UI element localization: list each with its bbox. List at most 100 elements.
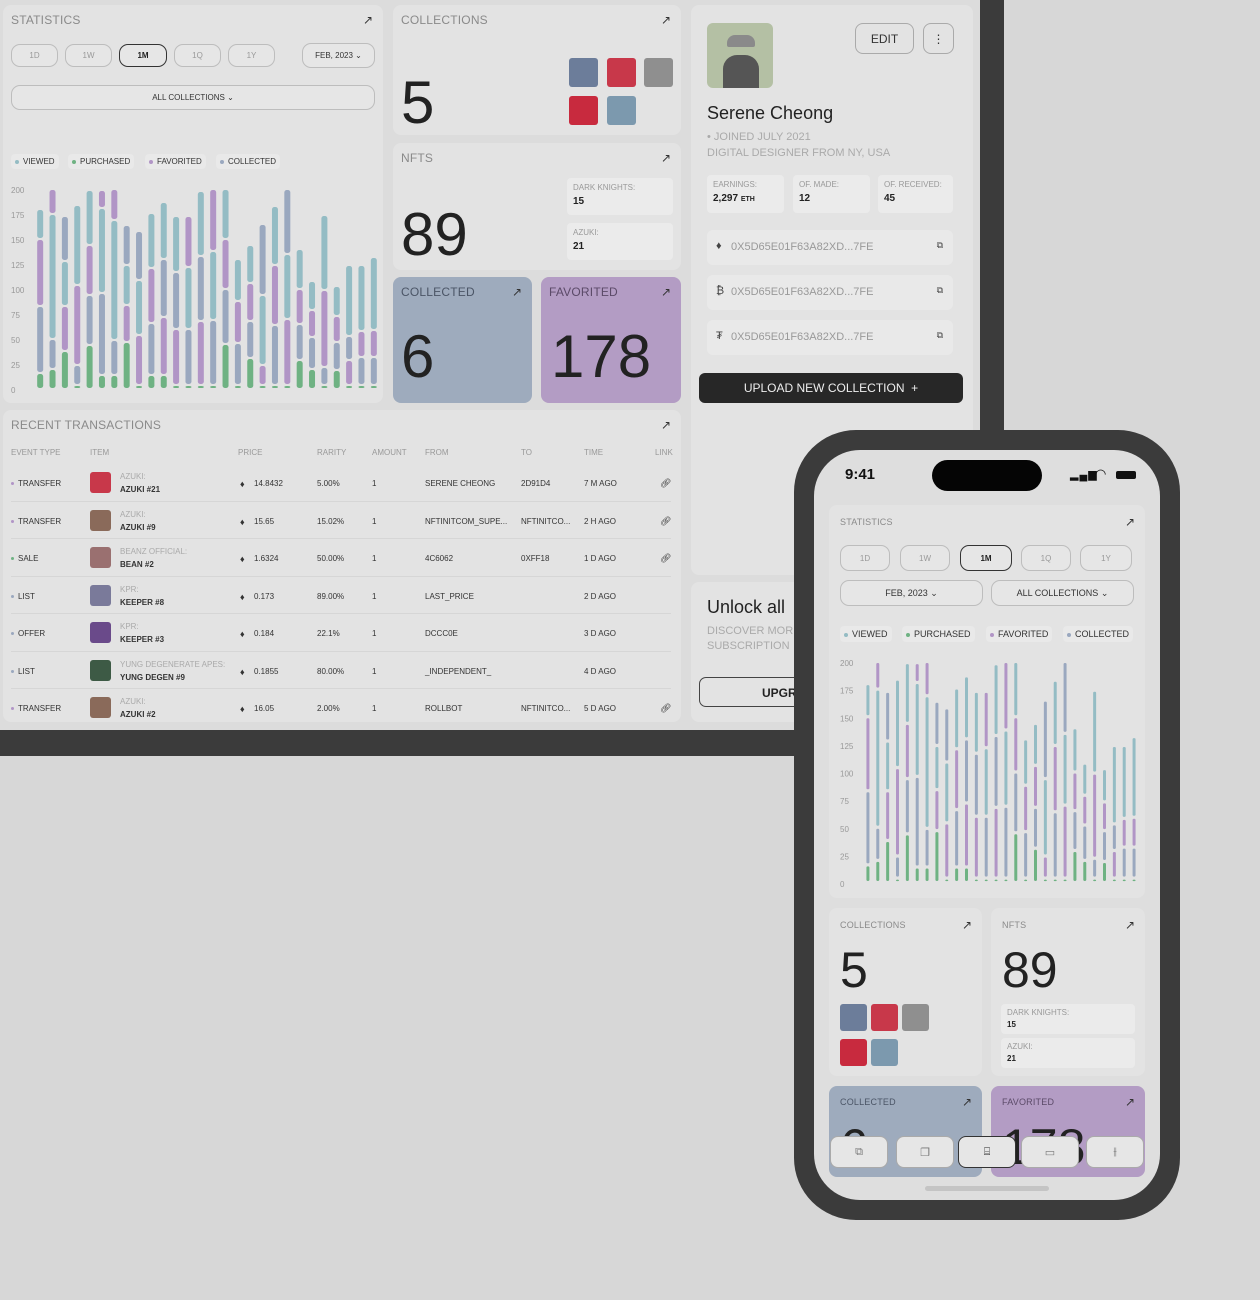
bar-segment-favorited[interactable] — [123, 306, 130, 341]
bar-segment-purchased[interactable] — [1053, 879, 1057, 882]
bar-segment-favorited[interactable] — [234, 302, 241, 342]
bar-segment-favorited[interactable] — [955, 750, 959, 809]
bar-segment-favorited[interactable] — [185, 217, 192, 266]
bar-segment-viewed[interactable] — [886, 742, 890, 790]
from[interactable]: 4C6062 — [425, 554, 453, 563]
bar-segment-viewed[interactable] — [1073, 729, 1077, 771]
upload-collection-button[interactable]: UPLOAD NEW COLLECTION + — [699, 373, 963, 403]
bar-segment-collected[interactable] — [86, 296, 93, 344]
bar-segment-viewed[interactable] — [1093, 691, 1097, 772]
bar-segment-purchased[interactable] — [905, 835, 909, 881]
bar-segment-favorited[interactable] — [866, 718, 870, 790]
bar-segment-collected[interactable] — [98, 294, 105, 374]
bar-segment-purchased[interactable] — [994, 879, 998, 882]
collection-thumb[interactable] — [569, 58, 598, 87]
bar-segment-collected[interactable] — [945, 709, 949, 761]
collection-thumb[interactable] — [644, 58, 673, 87]
bar-segment-viewed[interactable] — [1083, 764, 1087, 794]
expand-arrow-icon[interactable]: ↗ — [1125, 918, 1135, 932]
bar-segment-purchased[interactable] — [74, 386, 81, 388]
bar-segment-purchased[interactable] — [49, 370, 56, 388]
bar-segment-favorited[interactable] — [197, 322, 204, 384]
bar-segment-collected[interactable] — [309, 338, 316, 368]
legend-collected[interactable]: COLLECTED — [1063, 626, 1134, 642]
item-thumb[interactable] — [90, 472, 111, 493]
bar-segment-purchased[interactable] — [210, 386, 217, 388]
bar-segment-purchased[interactable] — [886, 842, 890, 881]
bar-segment-collected[interactable] — [49, 340, 56, 368]
bar-segment-favorited[interactable] — [1103, 803, 1106, 830]
bar-segment-favorited[interactable] — [247, 284, 254, 320]
bar-segment-collected[interactable] — [866, 792, 870, 864]
bar-segment-purchased[interactable] — [1112, 879, 1116, 882]
bar-segment-viewed[interactable] — [309, 282, 316, 309]
bar-segment-collected[interactable] — [296, 325, 303, 359]
bar-segment-collected[interactable] — [197, 257, 204, 320]
bar-segment-purchased[interactable] — [234, 386, 241, 388]
bar-segment-viewed[interactable] — [271, 207, 278, 264]
bar-segment-viewed[interactable] — [247, 246, 254, 282]
bar-segment-purchased[interactable] — [197, 386, 204, 388]
bar-segment-collected[interactable] — [896, 857, 899, 877]
bar-segment-purchased[interactable] — [111, 376, 118, 388]
bar-segment-collected[interactable] — [346, 337, 353, 359]
bar-segment-purchased[interactable] — [247, 359, 254, 388]
bar-segment-favorited[interactable] — [61, 307, 68, 350]
collection-thumb[interactable] — [871, 1039, 898, 1066]
link-icon[interactable]: 🔗︎ — [660, 553, 671, 564]
bar-segment-purchased[interactable] — [136, 386, 143, 388]
bar-segment-viewed[interactable] — [1053, 681, 1057, 744]
bar-segment-collected[interactable] — [984, 817, 988, 877]
expand-arrow-icon[interactable]: ↗ — [661, 285, 671, 299]
bar-segment-purchased[interactable] — [309, 370, 316, 388]
bar-segment-purchased[interactable] — [284, 386, 291, 388]
bar-segment-collected[interactable] — [925, 829, 929, 866]
range-1d[interactable]: 1D — [840, 545, 890, 571]
range-1m[interactable]: 1M — [960, 545, 1012, 571]
bar-segment-collected[interactable] — [1112, 825, 1116, 849]
bar-segment-collected[interactable] — [1122, 848, 1126, 877]
home-indicator[interactable] — [925, 1186, 1049, 1191]
bar-segment-purchased[interactable] — [296, 361, 303, 388]
bar-segment-collected[interactable] — [61, 217, 68, 260]
bar-segment-viewed[interactable] — [173, 217, 180, 271]
column-header[interactable]: LINK — [655, 448, 673, 457]
link-icon[interactable]: 🔗︎ — [660, 478, 671, 489]
bar-segment-favorited[interactable] — [37, 240, 44, 305]
bar-segment-purchased[interactable] — [896, 879, 899, 882]
bar-segment-favorited[interactable] — [1014, 718, 1018, 771]
bar-segment-viewed[interactable] — [346, 266, 353, 335]
month-select[interactable]: FEB, 2023 ⌄ — [302, 43, 375, 68]
column-header[interactable]: FROM — [425, 448, 449, 457]
more-menu-icon[interactable]: ⋮ — [923, 23, 954, 54]
to[interactable]: 2D91D4 — [521, 479, 550, 488]
bar-segment-favorited[interactable] — [1043, 857, 1047, 877]
legend-viewed[interactable]: VIEWED — [11, 154, 59, 169]
bar-segment-purchased[interactable] — [37, 374, 44, 388]
bar-segment-favorited[interactable] — [222, 240, 229, 288]
bar-segment-purchased[interactable] — [1004, 879, 1008, 882]
bar-segment-collected[interactable] — [234, 344, 241, 384]
range-1q[interactable]: 1Q — [174, 44, 221, 67]
bar-segment-purchased[interactable] — [98, 376, 105, 388]
expand-arrow-icon[interactable]: ↗ — [363, 13, 373, 27]
bar-segment-viewed[interactable] — [915, 683, 919, 775]
bar-segment-favorited[interactable] — [259, 366, 266, 384]
bar-segment-viewed[interactable] — [370, 258, 377, 329]
bar-segment-viewed[interactable] — [896, 680, 899, 767]
collection-thumb[interactable] — [902, 1004, 929, 1031]
nav-copy-icon[interactable]: ❐ — [896, 1136, 954, 1168]
legend-favorited[interactable]: FAVORITED — [986, 626, 1053, 642]
column-header[interactable]: PRICE — [238, 448, 262, 457]
bar-segment-favorited[interactable] — [886, 792, 890, 840]
bar-segment-viewed[interactable] — [955, 689, 959, 748]
bar-segment-favorited[interactable] — [136, 336, 143, 384]
bar-segment-viewed[interactable] — [210, 252, 217, 319]
bar-segment-purchased[interactable] — [1024, 879, 1028, 882]
nav-store-icon[interactable]: ⌸ — [958, 1136, 1016, 1168]
bar-segment-purchased[interactable] — [160, 376, 167, 388]
collection-thumb[interactable] — [607, 58, 636, 87]
bar-segment-collected[interactable] — [1043, 701, 1047, 778]
item-thumb[interactable] — [90, 622, 111, 643]
copy-icon[interactable]: ⧉ — [937, 240, 943, 251]
